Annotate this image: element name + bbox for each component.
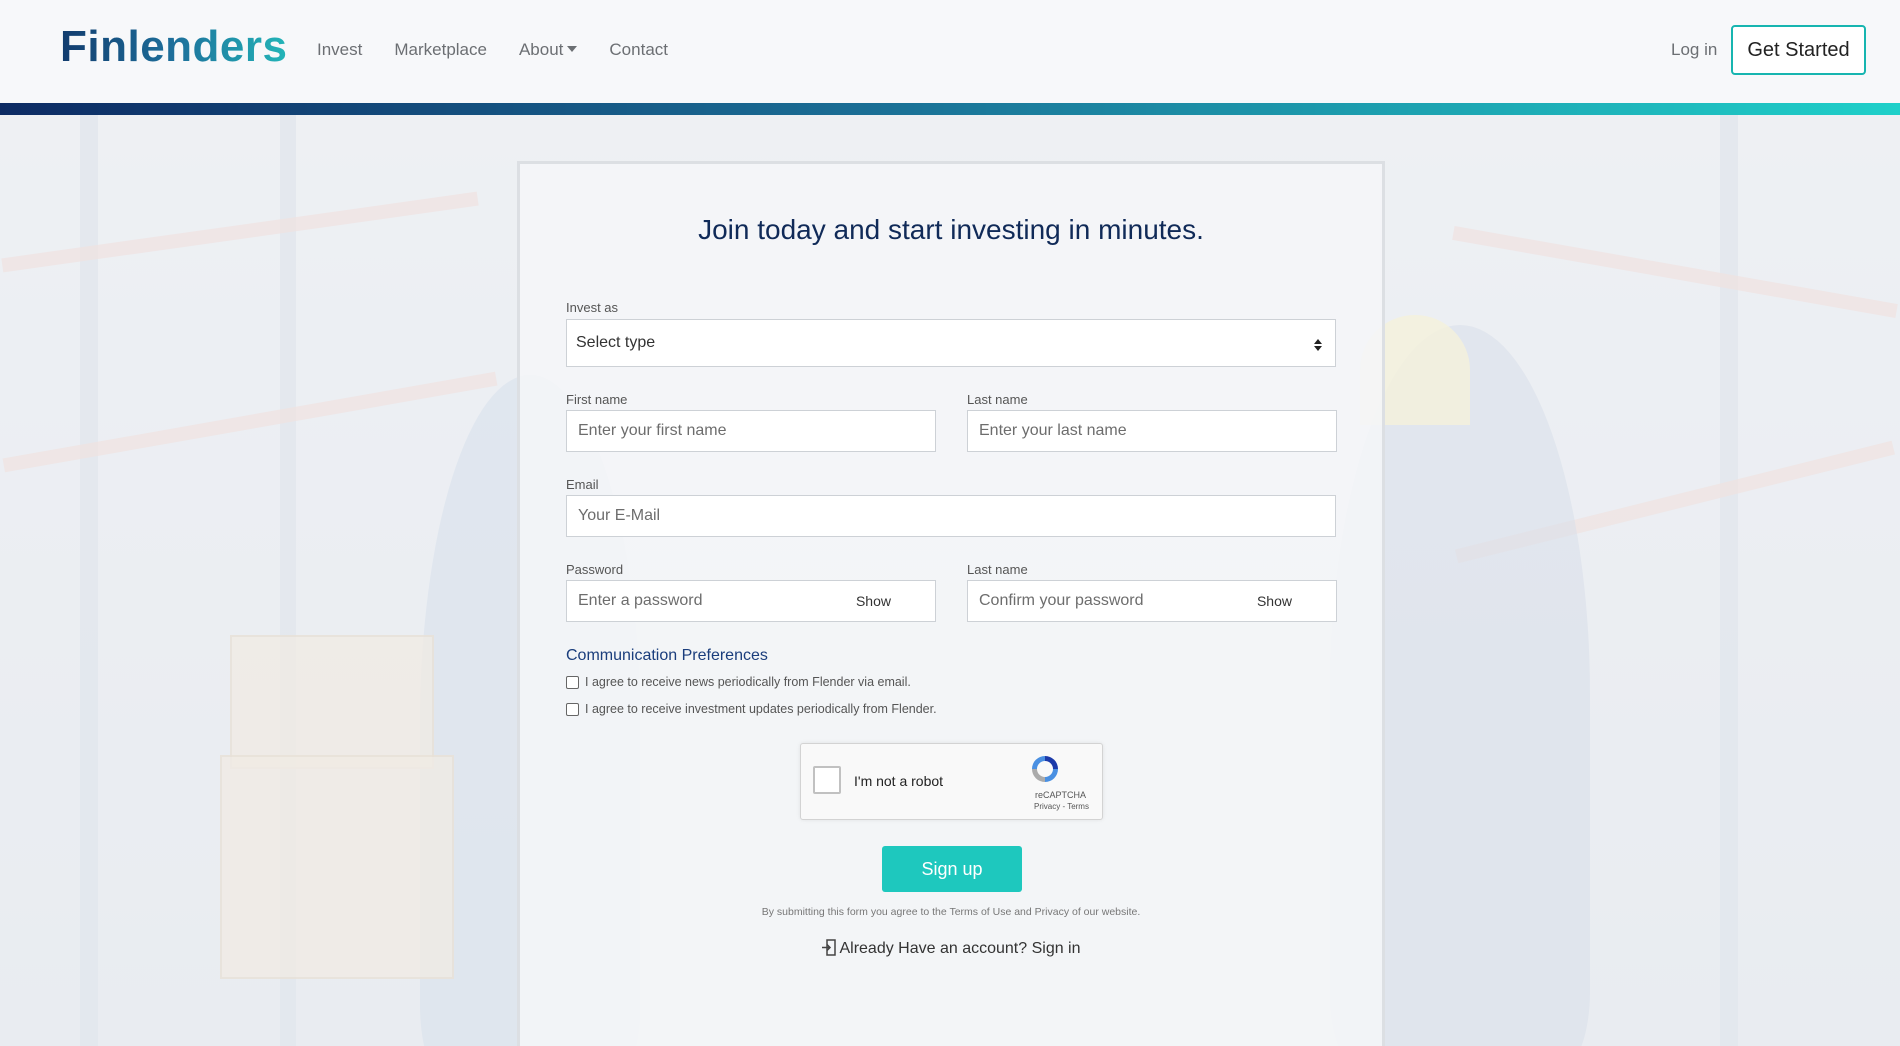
sign-in-icon <box>822 939 837 956</box>
recaptcha-links[interactable]: Privacy - Terms <box>1034 802 1089 811</box>
nav-link-about-label: About <box>518 40 564 59</box>
caret-down-icon <box>567 46 578 52</box>
nav-link-invest[interactable]: Invest <box>317 40 362 60</box>
signin-link-text: Already Have an account? Sign in <box>839 940 1081 957</box>
recaptcha-brand: reCAPTCHA <box>1035 790 1087 800</box>
nav-link-contact[interactable]: Contact <box>609 40 668 60</box>
news-consent-row[interactable]: I agree to receive news periodically fro… <box>566 675 911 689</box>
signup-form-card: Join today and start investing in minute… <box>517 161 1385 1046</box>
first-name-input[interactable] <box>576 421 926 441</box>
confirm-password-show-toggle[interactable]: Show <box>1257 593 1292 609</box>
password-input[interactable] <box>576 591 800 611</box>
first-name-field[interactable] <box>566 410 936 452</box>
confirm-password-label: Last name <box>967 562 1028 577</box>
last-name-field[interactable] <box>967 410 1337 452</box>
top-navbar: Finlenders Invest Marketplace About Cont… <box>0 0 1900 103</box>
form-title: Join today and start investing in minute… <box>698 214 1204 245</box>
communication-preferences-title: Communication Preferences <box>566 647 768 664</box>
brand-logo[interactable]: Finlenders <box>60 22 288 72</box>
recaptcha-logo-icon <box>1032 756 1058 782</box>
password-label: Password <box>566 562 624 577</box>
last-name-input[interactable] <box>977 421 1327 441</box>
confirm-password-input[interactable] <box>977 591 1201 611</box>
email-label: Email <box>566 477 599 492</box>
last-name-label: Last name <box>967 392 1028 407</box>
header-gradient-bar <box>0 103 1900 115</box>
news-consent-label: I agree to receive news periodically fro… <box>585 675 911 689</box>
invest-as-label: Invest as <box>566 300 619 315</box>
confirm-password-field[interactable]: Show <box>967 580 1337 622</box>
invest-as-select[interactable]: Select type <box>566 319 1336 367</box>
invest-as-value: Select type <box>576 334 656 351</box>
updates-consent-label: I agree to receive investment updates pe… <box>585 702 937 716</box>
updates-consent-checkbox[interactable] <box>566 702 579 716</box>
email-input[interactable] <box>576 506 1326 526</box>
get-started-button[interactable]: Get Started <box>1731 25 1866 75</box>
recaptcha-label: I'm not a robot <box>854 773 944 789</box>
first-name-label: First name <box>566 392 628 407</box>
signin-link[interactable]: Already Have an account? Sign in <box>520 939 1382 958</box>
recaptcha-widget: I'm not a robot reCAPTCHA Privacy - Term… <box>800 743 1103 820</box>
news-consent-checkbox[interactable] <box>566 675 579 689</box>
nav-link-marketplace[interactable]: Marketplace <box>394 40 487 60</box>
login-link[interactable]: Log in <box>1671 40 1717 60</box>
password-show-toggle[interactable]: Show <box>856 593 891 609</box>
nav-links: Invest Marketplace About Contact <box>317 40 668 60</box>
terms-notice: By submitting this form you agree to the… <box>761 906 1141 918</box>
signup-button[interactable]: Sign up <box>882 846 1022 892</box>
email-field[interactable] <box>566 495 1336 537</box>
password-field[interactable]: Show <box>566 580 936 622</box>
recaptcha-checkbox[interactable] <box>813 766 841 794</box>
updates-consent-row[interactable]: I agree to receive investment updates pe… <box>566 702 937 716</box>
nav-link-about[interactable]: About <box>518 40 578 60</box>
select-arrows-icon <box>1314 339 1322 351</box>
